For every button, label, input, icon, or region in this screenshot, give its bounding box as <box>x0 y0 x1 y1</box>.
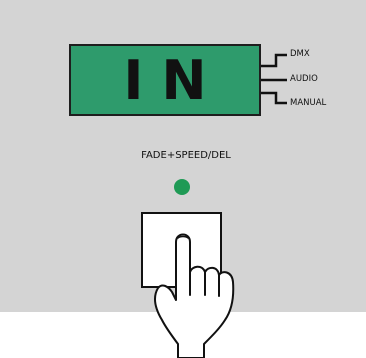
button-and-hand <box>141 212 235 358</box>
